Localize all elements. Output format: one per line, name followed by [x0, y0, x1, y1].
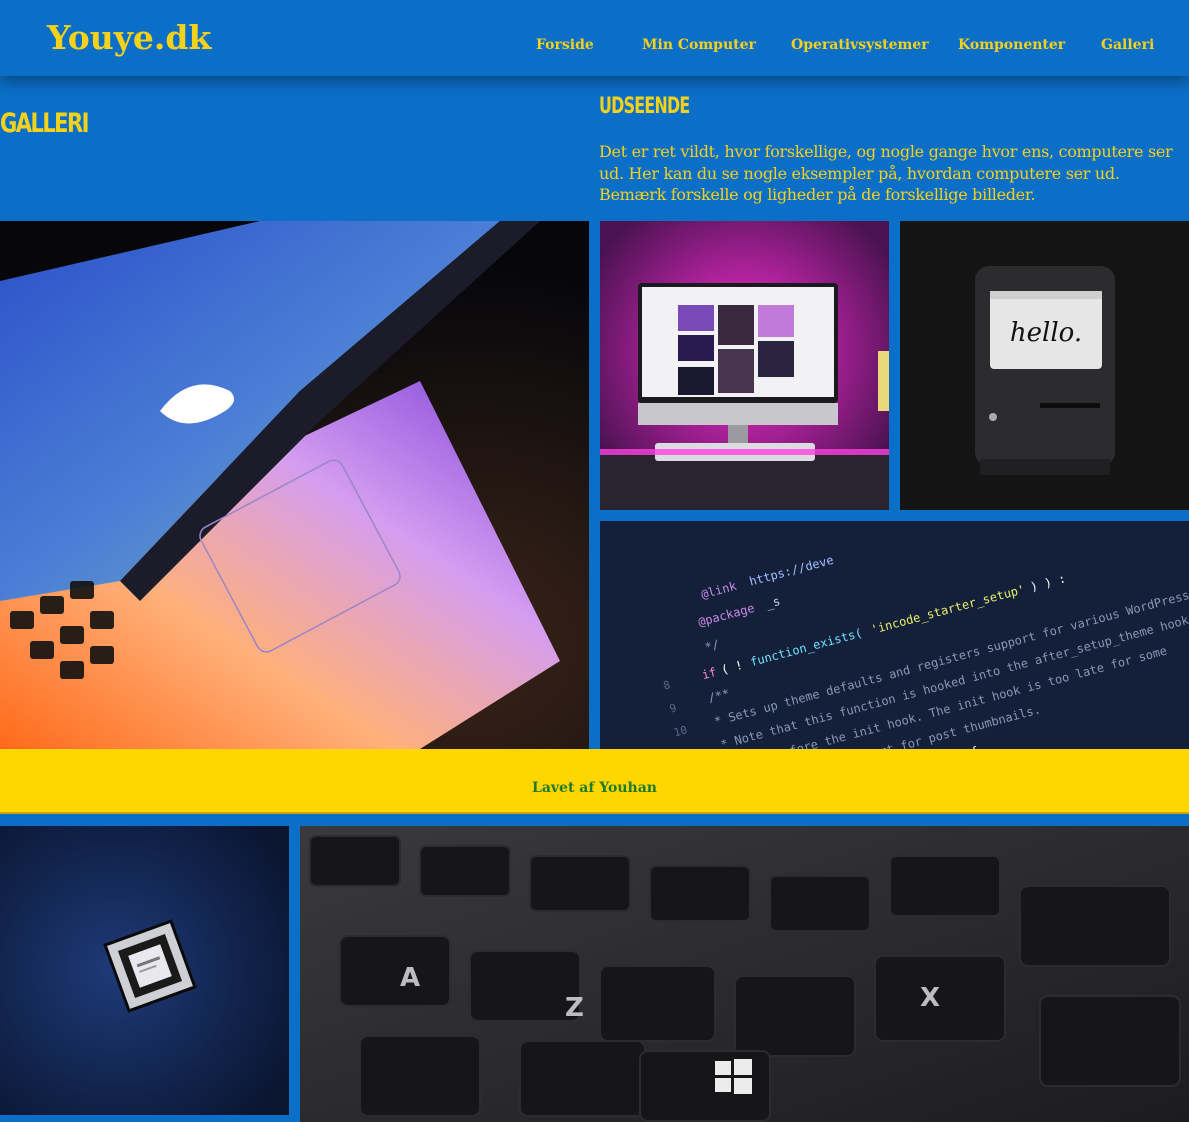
- cpu-photo: [0, 826, 289, 1115]
- mac-screen-hello: hello.: [1010, 318, 1082, 348]
- nav-item-min-computer[interactable]: Min Computer: [642, 37, 756, 53]
- site-header: Youye.dk Forside Min Computer Operativsy…: [0, 0, 1189, 76]
- imac-photo: [600, 221, 889, 510]
- laptop-photo: [0, 221, 589, 749]
- svg-text:Z: Z: [565, 993, 584, 1023]
- code-photo: @link https://deve @package _s */ if( ! fu…: [600, 521, 1189, 749]
- classic-mac-photo: hello.: [900, 221, 1189, 510]
- nav-item-komponenter[interactable]: Komponenter: [958, 37, 1065, 53]
- svg-text:A: A: [400, 963, 420, 993]
- page-title: Galleri: [0, 108, 90, 139]
- section-heading: Udseende: [599, 94, 690, 119]
- main-nav: Forside Min Computer Operativsystemer Ko…: [0, 37, 1189, 57]
- nav-item-forside[interactable]: Forside: [536, 37, 594, 53]
- site-footer: Lavet af Youhan: [0, 749, 1189, 814]
- nav-item-operativsystemer[interactable]: Operativsystemer: [791, 37, 929, 53]
- svg-text:X: X: [920, 983, 940, 1013]
- nav-item-galleri[interactable]: Galleri: [1101, 37, 1154, 53]
- intro-paragraph: Det er ret vildt, hvor forskellige, og n…: [599, 142, 1173, 204]
- footer-credit: Lavet af Youhan: [532, 779, 657, 796]
- keyboard-photo: A Z X: [300, 826, 1189, 1122]
